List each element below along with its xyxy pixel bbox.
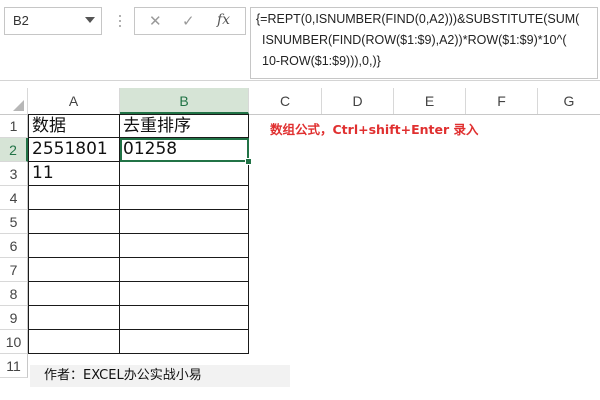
cell-a1[interactable]: 数据 — [28, 114, 120, 138]
cell-b3[interactable] — [120, 162, 249, 186]
author-credit: 作者：EXCEL办公实战小易 — [30, 365, 290, 387]
cell-b5[interactable] — [120, 210, 249, 234]
row-header-3[interactable]: 3 — [0, 162, 28, 186]
row-header-10[interactable]: 10 — [0, 330, 28, 354]
formula-buttons: ✕ ✓ fx — [134, 7, 246, 35]
cell-b9[interactable] — [120, 306, 249, 330]
cell-b10[interactable] — [120, 330, 249, 354]
cell-b8[interactable] — [120, 282, 249, 306]
worksheet-grid: 数据 去重排序 2551801 01258 11 — [28, 114, 600, 400]
cell-a9[interactable] — [28, 306, 120, 330]
formula-input[interactable]: {=REPT(0,ISNUMBER(FIND(0,A2)))&SUBSTITUT… — [250, 7, 598, 79]
cell-a10[interactable] — [28, 330, 120, 354]
name-box-value: B2 — [13, 13, 29, 28]
formula-line: 10-ROW($1:$9))),0,)} — [262, 54, 381, 68]
row-header-2[interactable]: 2 — [0, 138, 28, 162]
formula-line: ISNUMBER(FIND(ROW($1:$9),A2))*ROW($1:$9)… — [262, 33, 567, 47]
check-icon[interactable]: ✓ — [182, 12, 195, 30]
column-header-a[interactable]: A — [28, 88, 120, 114]
column-header-f[interactable]: F — [466, 88, 538, 114]
drag-handle[interactable] — [118, 15, 122, 29]
row-header-5[interactable]: 5 — [0, 210, 28, 234]
cell-a4[interactable] — [28, 186, 120, 210]
name-box[interactable]: B2 — [4, 7, 102, 35]
cell-a8[interactable] — [28, 282, 120, 306]
cell-a6[interactable] — [28, 234, 120, 258]
row-header-7[interactable]: 7 — [0, 258, 28, 282]
cell-b6[interactable] — [120, 234, 249, 258]
cell-b7[interactable] — [120, 258, 249, 282]
column-header-e[interactable]: E — [394, 88, 466, 114]
row-header-8[interactable]: 8 — [0, 282, 28, 306]
cell-a3[interactable]: 11 — [28, 162, 120, 186]
row-header-4[interactable]: 4 — [0, 186, 28, 210]
select-all-button[interactable] — [0, 88, 28, 114]
row-header-1[interactable]: 1 — [0, 114, 28, 138]
annotation-text: 数组公式，Ctrl+shift+Enter 录入 — [270, 122, 479, 137]
formula-bar-area: B2 ✕ ✓ fx {=REPT(0,ISNUMBER(FIND(0,A2)))… — [0, 0, 600, 81]
row-header-bar: 1 2 3 4 5 6 7 8 9 10 11 — [0, 114, 28, 400]
cell-b2[interactable]: 01258 — [120, 138, 249, 162]
fill-handle[interactable] — [245, 158, 252, 165]
column-header-bar: A B C D E F G — [0, 88, 600, 115]
cell-b1[interactable]: 去重排序 — [120, 114, 249, 138]
row-header-9[interactable]: 9 — [0, 306, 28, 330]
close-icon[interactable]: ✕ — [149, 12, 162, 30]
cell-a7[interactable] — [28, 258, 120, 282]
cell-a5[interactable] — [28, 210, 120, 234]
fx-icon[interactable]: fx — [217, 12, 230, 28]
select-all-triangle-icon — [13, 100, 24, 111]
column-header-g[interactable]: G — [538, 88, 600, 114]
column-header-d[interactable]: D — [322, 88, 394, 114]
row-header-6[interactable]: 6 — [0, 234, 28, 258]
formula-line: {=REPT(0,ISNUMBER(FIND(0,A2)))&SUBSTITUT… — [256, 12, 580, 26]
row-header-11[interactable]: 11 — [0, 354, 28, 378]
column-header-c[interactable]: C — [249, 88, 322, 114]
chevron-down-icon[interactable] — [85, 17, 95, 23]
cell-b4[interactable] — [120, 186, 249, 210]
cell-a2[interactable]: 2551801 — [28, 138, 120, 162]
column-header-b[interactable]: B — [120, 88, 249, 114]
